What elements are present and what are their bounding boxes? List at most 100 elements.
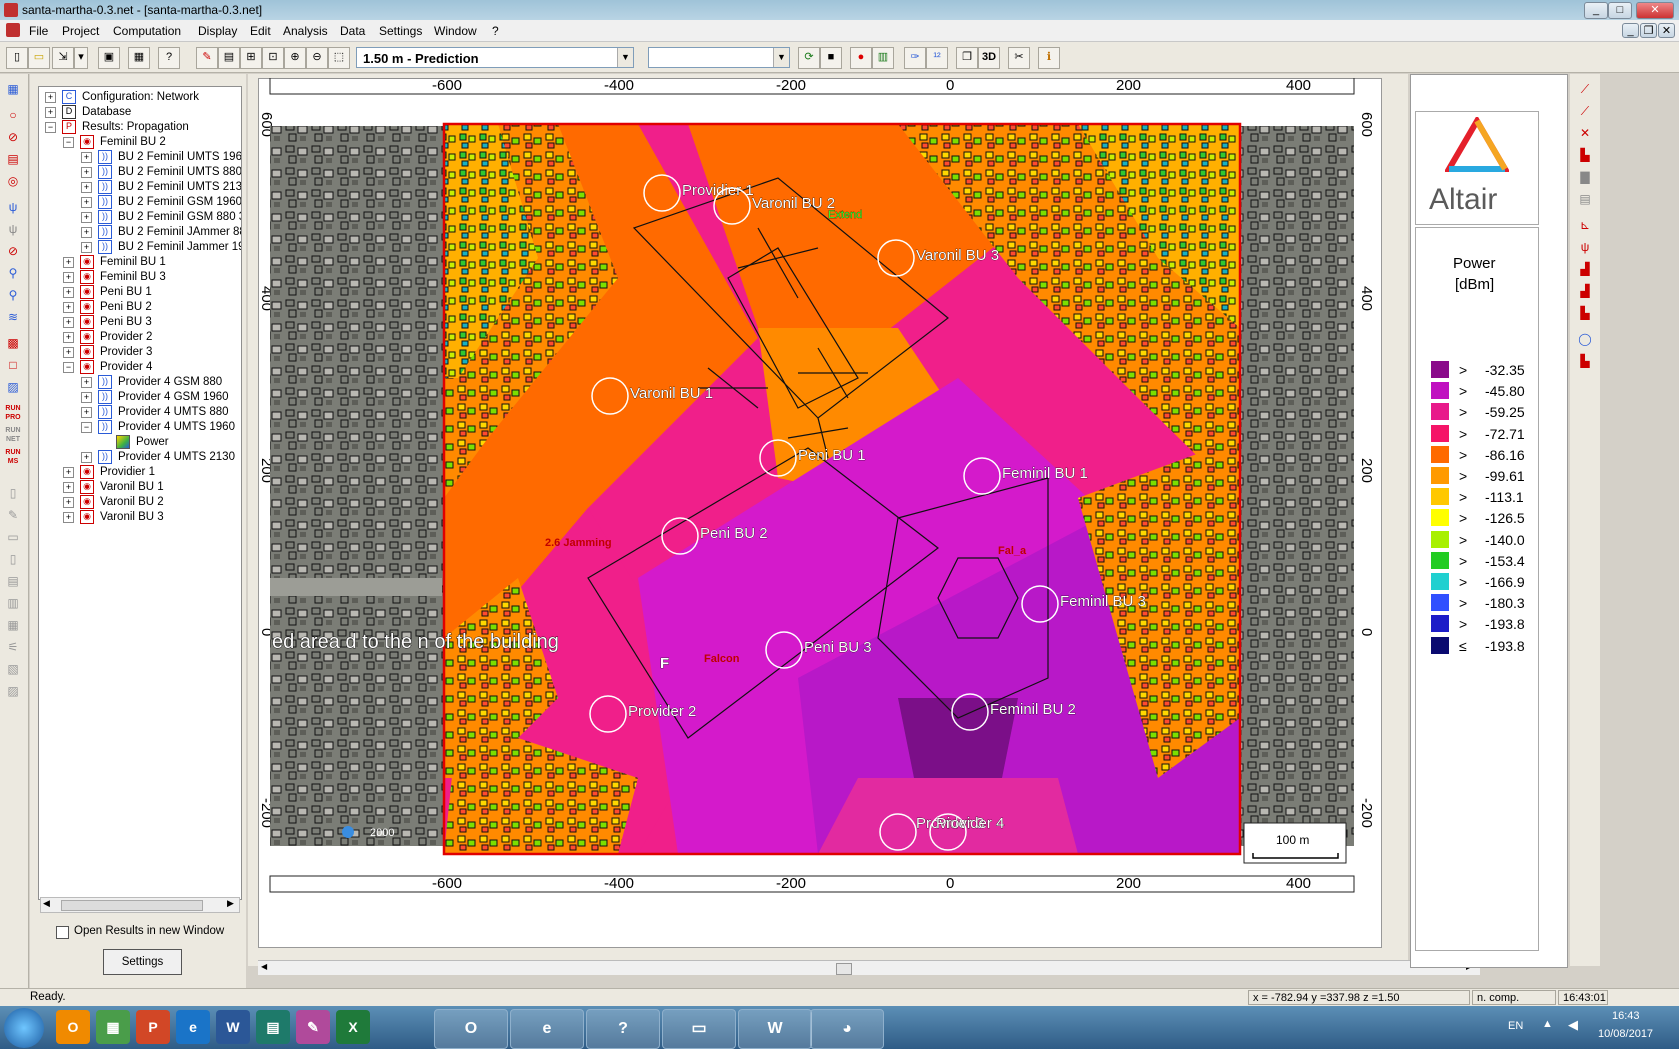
clock-date[interactable]: 10/08/2017	[1598, 1028, 1653, 1040]
tree-expander-icon[interactable]: −	[63, 361, 74, 373]
taskbar-outlook[interactable]: O	[434, 1009, 508, 1049]
tool-j-icon[interactable]: ▨	[4, 682, 22, 700]
menu-computation[interactable]: Computation	[113, 24, 181, 38]
tool-a-icon[interactable]: ▯	[4, 484, 22, 502]
profile-icon[interactable]: ⟋	[1576, 102, 1594, 120]
menu-display[interactable]: Display	[198, 24, 237, 38]
tool-f-icon[interactable]: ▥	[4, 594, 22, 612]
help-icon[interactable]: ?	[158, 47, 180, 69]
tree-node[interactable]: +)) BU 2 Feminil UMTS 1960	[81, 150, 241, 165]
tree-node[interactable]: + ◉ Providier 1	[63, 465, 155, 480]
tool-g-icon[interactable]: ▦	[4, 616, 22, 634]
language-indicator[interactable]: EN	[1508, 1020, 1523, 1032]
antenna-gray-icon[interactable]: ψ	[4, 220, 22, 238]
tree-node[interactable]: + D Database	[45, 105, 131, 120]
tree-node[interactable]: +)) BU 2 Feminil Jammer 1960	[81, 240, 241, 255]
run-pro-icon[interactable]: RUN PRO	[4, 404, 22, 422]
minimize-button[interactable]: _	[1584, 2, 1608, 19]
taskbar-word[interactable]: W	[738, 1009, 812, 1049]
tree-expander-icon[interactable]: +	[81, 376, 92, 388]
tree-expander-icon[interactable]: −	[63, 136, 74, 148]
tree-node[interactable]: + ◉ Varonil BU 2	[63, 495, 164, 510]
tree-node[interactable]: + C Configuration: Network	[45, 90, 199, 105]
target-icon[interactable]: ◎	[4, 172, 22, 190]
tree-node[interactable]: +)) BU 2 Feminil UMTS 2130	[81, 180, 241, 195]
tree-expander-icon[interactable]: +	[63, 271, 74, 283]
numbering-icon[interactable]: ¹²	[926, 47, 948, 69]
menu-file[interactable]: File	[29, 24, 48, 38]
menu-help[interactable]: ?	[492, 24, 499, 38]
view-3d-button[interactable]: 3D	[978, 47, 1000, 69]
tree-expander-icon[interactable]: +	[63, 316, 74, 328]
tree-expander-icon[interactable]: +	[45, 91, 56, 103]
tool-c-icon[interactable]: ▭	[4, 528, 22, 546]
tool-b-icon[interactable]: ✎	[4, 506, 22, 524]
antenna-strike-icon[interactable]: ⊘	[4, 242, 22, 260]
receiver-icon[interactable]: ⚲	[4, 286, 22, 304]
tree-expander-icon[interactable]: +	[81, 226, 92, 238]
tree-node[interactable]: + ◉ Provider 3	[63, 345, 152, 360]
run-ms-icon[interactable]: RUN MS	[4, 448, 22, 466]
tree-node[interactable]: +)) Provider 4 UMTS 2130	[81, 450, 235, 465]
scroll-thumb[interactable]	[61, 900, 203, 911]
mdi-close-button[interactable]: ✕	[1658, 23, 1675, 38]
menu-data[interactable]: Data	[340, 24, 365, 38]
maximize-button[interactable]: □	[1608, 2, 1632, 19]
powerpoint-icon[interactable]: P	[136, 1010, 170, 1044]
tree-node[interactable]: +)) BU 2 Feminil GSM 880 34	[81, 210, 241, 225]
secondary-select[interactable]: ▼	[648, 47, 790, 68]
tree-node[interactable]: Power	[99, 435, 169, 450]
publisher-icon[interactable]: ▤	[256, 1010, 290, 1044]
tree-node[interactable]: − ◉ Provider 4	[63, 360, 152, 375]
antenna-chart-icon[interactable]: ψ	[1576, 238, 1594, 256]
tree-expander-icon[interactable]: +	[63, 496, 74, 508]
settings-button[interactable]: Settings	[103, 949, 182, 975]
stats-icon[interactable]: ▟	[1576, 260, 1594, 278]
tree-expander-icon[interactable]: +	[63, 346, 74, 358]
clock-time[interactable]: 16:43	[1612, 1010, 1640, 1022]
tree-expander-icon[interactable]: +	[81, 451, 92, 463]
open-results-checkbox[interactable]	[56, 926, 69, 939]
tree-expander-icon[interactable]: +	[63, 331, 74, 343]
menu-project[interactable]: Project	[62, 24, 99, 38]
mdi-minimize-button[interactable]: _	[1622, 23, 1639, 38]
zoom-in-icon[interactable]: ⊕	[284, 47, 306, 69]
zoom-fit-icon[interactable]: ⊡	[262, 47, 284, 69]
circle-icon[interactable]: ○	[4, 106, 22, 124]
layer-select[interactable]: 1.50 m - Prediction ▼	[356, 47, 634, 68]
excel-icon[interactable]: X	[336, 1010, 370, 1044]
project-tree[interactable]: + C Configuration: Network + D Database − P Resu…	[38, 86, 242, 900]
signal-icon[interactable]: ≋	[4, 308, 22, 326]
tree-expander-icon[interactable]: +	[81, 241, 92, 253]
axis-icon[interactable]: ⊾	[1576, 216, 1594, 234]
tool-h-icon[interactable]: ⚟	[4, 638, 22, 656]
import-icon[interactable]: ⇲	[52, 47, 74, 69]
tree-expander-icon[interactable]: +	[81, 211, 92, 223]
tree-node[interactable]: + ◉ Peni BU 3	[63, 315, 152, 330]
tree-expander-icon[interactable]: −	[81, 421, 92, 433]
tree-expander-icon[interactable]: +	[81, 196, 92, 208]
tree-node[interactable]: + ◉ Peni BU 1	[63, 285, 152, 300]
tree-node[interactable]: −)) Provider 4 UMTS 1960	[81, 420, 235, 435]
stats2-icon[interactable]: ▟	[1576, 282, 1594, 300]
tree-node[interactable]: +)) BU 2 Feminil GSM 1960 3	[81, 195, 241, 210]
propagation-map[interactable]: -600 -600 -400 -400 -200 -200 0 0 200 200 400 400 6…	[258, 78, 1480, 958]
mdi-restore-button[interactable]: ❐	[1640, 23, 1657, 38]
chevron-down-icon[interactable]: ▼	[617, 48, 633, 67]
tree-node[interactable]: + ◉ Varonil BU 3	[63, 510, 164, 525]
new-icon[interactable]: ▯	[6, 47, 28, 69]
tree-node[interactable]: +)) Provider 4 GSM 1960	[81, 390, 229, 405]
app-icon[interactable]	[4, 3, 18, 17]
tree-expander-icon[interactable]: −	[45, 121, 56, 133]
menu-edit[interactable]: Edit	[250, 24, 271, 38]
tree-node[interactable]: +)) Provider 4 GSM 880	[81, 375, 222, 390]
tool-i-icon[interactable]: ▧	[4, 660, 22, 678]
scroll-left-icon[interactable]: ◀	[43, 898, 50, 909]
menu-window[interactable]: Window	[434, 24, 477, 38]
word-icon[interactable]: W	[216, 1010, 250, 1044]
tree-node[interactable]: + ◉ Peni BU 2	[63, 300, 152, 315]
tree-node[interactable]: + ◉ Feminil BU 1	[63, 255, 166, 270]
table-icon[interactable]: ▤	[1576, 190, 1594, 208]
run-net-icon[interactable]: RUN NET	[4, 426, 22, 444]
tree-expander-icon[interactable]: +	[81, 181, 92, 193]
